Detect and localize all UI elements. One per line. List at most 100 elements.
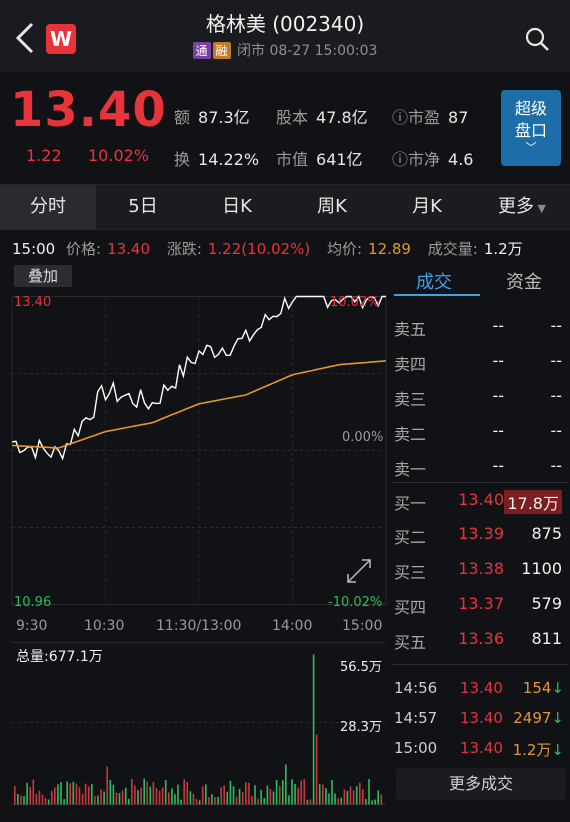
trade-row: 14:57 13.40 2497↓ [394,709,564,727]
ask-row: 卖一 -- -- [394,456,562,479]
volume-bar [23,796,25,805]
volume-bar [57,784,59,805]
volume-bar [374,799,376,805]
down-arrow-icon: ↓ [551,741,564,759]
volume-bar [155,788,158,805]
volume-bar [201,786,204,805]
volume-bar [303,779,306,805]
tab-intraday[interactable]: 分时 [0,185,96,229]
expand-icon[interactable] [344,556,374,586]
price-change: 1.22 [26,146,62,165]
volume-bar [325,788,327,805]
stat-pe[interactable]: ⓘ市盈 87 [392,104,468,128]
volume-bar [214,797,216,805]
volume-bar [35,793,38,805]
ask-row: 卖二 -- -- [394,421,562,444]
ask-row: 卖四 -- -- [394,351,562,374]
volume-bar [331,780,333,805]
volume-bar [263,798,266,805]
volume-bar [183,779,185,805]
volume-bar [146,781,148,805]
down-arrow-icon: ↓ [551,679,564,697]
volume-bar [309,799,312,805]
search-icon[interactable] [524,26,550,52]
volume-bar [377,790,379,805]
stat-turnover: 换 14.22% [174,150,260,169]
volume-bar [355,786,358,805]
volume-bar [291,779,293,805]
volume-bar [94,796,96,805]
volume-bar [368,779,370,805]
volume-bar [140,787,142,805]
volume-bar [349,786,352,805]
volume-bar [275,780,278,805]
volume-bar [97,795,99,805]
volume-bar [174,794,176,805]
bid-row: 买三 13.38 1100 [394,559,562,582]
volume-bar [131,779,133,805]
time-tick-1500: 15:00 [342,618,383,634]
overlay-button[interactable]: 叠加 [14,265,72,287]
volume-bar [380,794,383,805]
chevron-down-icon: ﹀ [525,141,537,154]
volume-bar [285,764,287,805]
volume-bar [103,791,105,805]
tab-more[interactable]: 更多 ▼ [474,185,570,229]
status-text: 闭市 08-27 15:00:03 [237,43,378,59]
tab-weekly-k[interactable]: 周K [284,185,380,229]
volume-bar [91,784,93,805]
volume-bar [134,785,136,805]
time-tick-1030: 10:30 [84,618,125,634]
volume-bar [282,780,284,805]
stat-amount: 额 87.3亿 [174,108,250,127]
volume-bar [269,789,272,805]
tab-daily-k[interactable]: 日K [190,185,284,229]
volume-bar [300,780,302,805]
stat-pb[interactable]: ⓘ市净 4.6 [392,146,473,170]
volume-bar [177,784,179,805]
ask-row: 卖三 -- -- [394,386,562,409]
tab-funds[interactable]: 资金 [506,268,542,294]
volume-bar [260,789,262,805]
volume-bar [81,793,84,805]
volume-bar [44,797,47,805]
volume-bar [288,795,290,805]
super-orderbook-button[interactable]: 超级 盘口 ﹀ [501,90,561,166]
y-axis-high-pct: 10.02% [330,295,380,310]
volume-bar [161,787,164,805]
volume-bar [322,784,324,805]
volume-bar [352,790,355,805]
volume-bar [359,782,361,805]
volume-bar [124,787,127,805]
y-axis-low: 10.96 [14,595,52,610]
time-tick-1400: 14:00 [272,618,313,634]
volume-bar [164,780,167,805]
tab-5day[interactable]: 5日 [96,185,190,229]
volume-bar [223,785,225,805]
volume-bar [226,791,229,805]
volume-bar [109,780,112,805]
caret-down-icon: ▼ [534,202,546,215]
volume-bar [118,793,121,805]
tab-trades[interactable]: 成交 [416,268,452,294]
volume-axis-mid: 28.3万 [340,720,382,735]
bid-row: 买二 13.39 875 [394,524,562,547]
volume-bar [272,791,275,805]
volume-bar [266,785,269,805]
volume-bar [75,783,78,805]
bid-row: 买五 13.36 811 [394,629,562,652]
volume-bar [100,789,102,805]
volume-bar [306,799,309,805]
volume-bar [198,800,201,805]
more-trades-button[interactable]: 更多成交 [396,768,566,800]
volume-bar [41,794,44,805]
tab-monthly-k[interactable]: 月K [380,185,474,229]
price-change-pct: 10.02% [88,146,150,165]
volume-bar [66,781,68,805]
volume-bar [365,799,367,805]
down-arrow-icon: ↓ [551,709,564,727]
intraday-chart[interactable] [0,262,390,822]
volume-bar [20,795,22,805]
volume-bar [189,791,192,805]
volume-bar [106,766,108,805]
